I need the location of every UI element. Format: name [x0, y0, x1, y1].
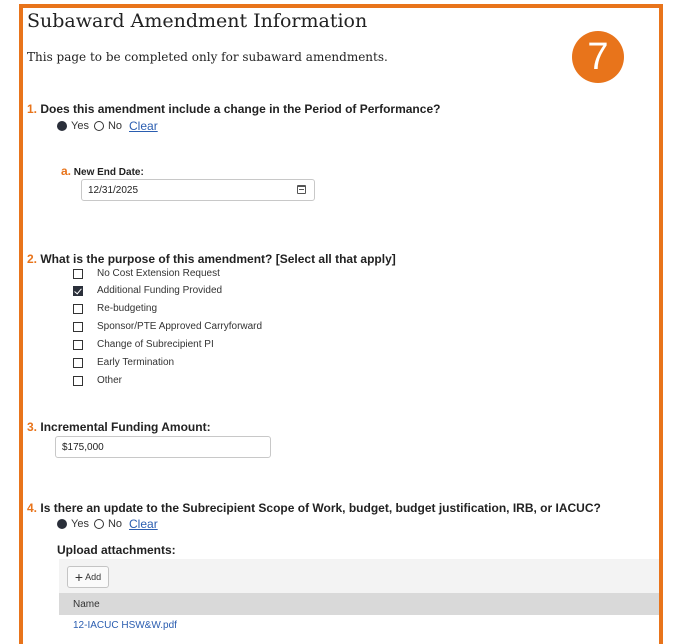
q4-yes-label: Yes: [71, 518, 89, 530]
purpose-checkbox[interactable]: [73, 268, 83, 279]
q1-yes-label: Yes: [71, 120, 89, 132]
question-2: 2. What is the purpose of this amendment…: [27, 252, 396, 266]
q1-no-radio[interactable]: [93, 121, 104, 131]
q4-no-label: No: [107, 518, 123, 530]
purpose-option[interactable]: Early Termination: [73, 357, 174, 368]
question-2-number: 2.: [27, 252, 38, 266]
new-end-date-value: 12/31/2025: [88, 184, 139, 196]
q1-yes-radio[interactable]: [57, 121, 67, 131]
q4-clear-link[interactable]: Clear: [129, 517, 158, 531]
sub-a-number: a.: [61, 164, 72, 178]
calendar-icon[interactable]: [297, 185, 306, 194]
question-3-text: Incremental Funding Amount:: [40, 420, 211, 434]
question-1: 1. Does this amendment include a change …: [27, 102, 440, 116]
add-attachment-button[interactable]: + Add: [67, 566, 109, 588]
question-1-text: Does this amendment include a change in …: [40, 102, 441, 116]
incremental-funding-value: $175,000: [62, 441, 104, 453]
q1-clear-link[interactable]: Clear: [129, 119, 158, 133]
purpose-checkbox-checked[interactable]: [73, 285, 83, 296]
new-end-date-label: a. New End Date:: [61, 164, 144, 178]
purpose-option-label: Re-budgeting: [97, 303, 158, 314]
question-4: 4. Is there an update to the Subrecipien…: [27, 501, 601, 515]
purpose-option[interactable]: Additional Funding Provided: [73, 285, 222, 296]
purpose-option-label: Change of Subrecipient PI: [97, 339, 214, 350]
upload-attachments-label: Upload attachments:: [57, 543, 176, 557]
incremental-funding-input[interactable]: $175,000: [55, 436, 271, 458]
q1-no-label: No: [107, 120, 123, 132]
form-panel: Subaward Amendment Information This page…: [19, 4, 663, 644]
purpose-option-label: Sponsor/PTE Approved Carryforward: [97, 321, 263, 332]
page-subtitle: This page to be completed only for subaw…: [27, 50, 388, 64]
q4-no-radio[interactable]: [93, 519, 104, 529]
purpose-checkbox[interactable]: [73, 339, 83, 350]
purpose-option-label: Early Termination: [97, 357, 175, 368]
question-4-text: Is there an update to the Subrecipient S…: [40, 501, 601, 515]
purpose-option[interactable]: Sponsor/PTE Approved Carryforward: [73, 321, 262, 332]
question-2-text: What is the purpose of this amendment? […: [40, 252, 396, 266]
purpose-option[interactable]: No Cost Extension Request: [73, 268, 220, 279]
plus-icon: +: [74, 569, 84, 585]
new-end-date-input[interactable]: 12/31/2025: [81, 179, 315, 201]
question-3: 3. Incremental Funding Amount:: [27, 420, 211, 434]
purpose-option[interactable]: Re-budgeting: [73, 303, 157, 314]
attachment-file-link[interactable]: 12-IACUC HSW&W.pdf: [73, 620, 177, 631]
purpose-checkbox[interactable]: [73, 321, 83, 332]
purpose-checkbox[interactable]: [73, 303, 83, 314]
attachments-toolbar: [59, 559, 659, 593]
new-end-date-text: New End Date:: [73, 167, 144, 178]
step-badge: 7: [572, 31, 624, 83]
page-title: Subaward Amendment Information: [27, 10, 368, 32]
question-3-number: 3.: [27, 420, 38, 434]
purpose-option[interactable]: Other: [73, 375, 122, 386]
purpose-option-label: Additional Funding Provided: [97, 285, 223, 296]
question-1-options: Yes No Clear: [57, 119, 158, 133]
question-1-number: 1.: [27, 102, 38, 116]
q4-yes-radio[interactable]: [57, 519, 67, 529]
purpose-checkbox[interactable]: [73, 375, 83, 386]
purpose-option-label: No Cost Extension Request: [97, 268, 220, 279]
question-4-number: 4.: [27, 501, 38, 515]
purpose-option-label: Other: [97, 375, 123, 386]
add-button-label: Add: [85, 572, 102, 582]
purpose-option[interactable]: Change of Subrecipient PI: [73, 339, 214, 350]
purpose-checkbox[interactable]: [73, 357, 83, 368]
question-4-options: Yes No Clear: [57, 517, 158, 531]
attachments-name-column-header[interactable]: Name: [59, 593, 659, 615]
